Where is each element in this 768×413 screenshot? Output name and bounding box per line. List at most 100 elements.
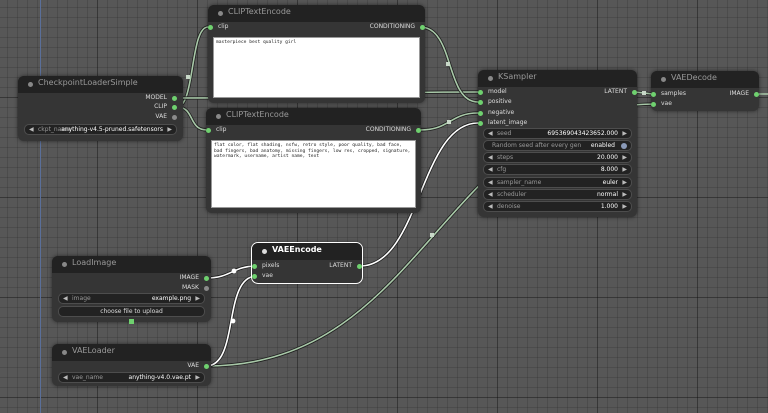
- sampler-name-combo[interactable]: ◀ sampler_name euler ▶: [483, 177, 632, 188]
- input-vae[interactable]: vae: [252, 272, 273, 280]
- input-pin[interactable]: [208, 24, 213, 30]
- node-checkpoint-loader[interactable]: CheckpointLoaderSimple MODEL CLIP VAE ◀ …: [18, 76, 183, 141]
- node-title-bar[interactable]: VAEDecode: [651, 71, 759, 88]
- input-pin[interactable]: [651, 101, 656, 107]
- output-pin[interactable]: [172, 95, 177, 101]
- arrow-right-icon[interactable]: ▶: [622, 202, 627, 211]
- arrow-right-icon[interactable]: ▶: [622, 178, 627, 187]
- upload-button[interactable]: choose file to upload: [58, 306, 205, 317]
- node-title-bar[interactable]: CLIPTextEncode: [208, 5, 425, 22]
- node-ksampler[interactable]: KSampler model positive negative latent_…: [478, 70, 637, 217]
- node-title-bar[interactable]: VAEEncode: [252, 243, 362, 260]
- seed-number[interactable]: ◀ seed 695369043423652.000 ▶: [483, 128, 632, 139]
- arrow-right-icon[interactable]: ▶: [195, 373, 200, 382]
- arrow-right-icon[interactable]: ▶: [167, 125, 172, 134]
- output-conditioning[interactable]: CONDITIONING: [370, 23, 425, 31]
- ckpt-name-combo[interactable]: ◀ ckpt_name anything-v4.5-pruned.safeten…: [24, 124, 177, 135]
- resize-handle[interactable]: [129, 319, 134, 324]
- output-image[interactable]: IMAGE: [180, 274, 209, 282]
- node-vae-encode[interactable]: VAEEncode pixels vae LATENT: [251, 242, 363, 284]
- input-vae[interactable]: vae: [651, 100, 672, 108]
- arrow-left-icon[interactable]: ◀: [488, 129, 493, 138]
- node-graph-canvas[interactable]: CheckpointLoaderSimple MODEL CLIP VAE ◀ …: [0, 0, 768, 413]
- output-pin[interactable]: [632, 89, 637, 95]
- arrow-right-icon[interactable]: ▶: [195, 294, 200, 303]
- output-image[interactable]: IMAGE: [730, 90, 759, 98]
- output-pin[interactable]: [204, 285, 209, 291]
- collapse-dot[interactable]: [62, 262, 67, 267]
- node-title-bar[interactable]: VAELoader: [52, 344, 211, 361]
- output-pin[interactable]: [172, 114, 177, 120]
- arrow-left-icon[interactable]: ◀: [488, 153, 493, 162]
- output-vae[interactable]: VAE: [187, 362, 209, 370]
- collapse-dot[interactable]: [216, 114, 221, 119]
- input-pixels[interactable]: pixels: [252, 262, 279, 270]
- node-clip-text-encode-positive[interactable]: CLIPTextEncode clip CONDITIONING masterp…: [208, 5, 425, 103]
- input-pin[interactable]: [478, 110, 483, 116]
- input-latent-image[interactable]: latent_image: [478, 119, 527, 127]
- output-pin[interactable]: [420, 24, 425, 30]
- output-mask[interactable]: MASK: [182, 284, 209, 292]
- arrow-right-icon[interactable]: ▶: [622, 153, 627, 162]
- node-title-bar[interactable]: KSampler: [478, 70, 637, 87]
- arrow-right-icon[interactable]: ▶: [622, 165, 627, 174]
- input-clip[interactable]: clip: [206, 126, 226, 134]
- cfg-number[interactable]: ◀ cfg 8.000 ▶: [483, 164, 632, 175]
- arrow-left-icon[interactable]: ◀: [63, 373, 68, 382]
- input-pin[interactable]: [651, 91, 656, 97]
- output-conditioning[interactable]: CONDITIONING: [366, 126, 421, 134]
- input-positive[interactable]: positive: [478, 98, 512, 106]
- input-pin[interactable]: [478, 99, 483, 105]
- arrow-right-icon[interactable]: ▶: [622, 129, 627, 138]
- prompt-textarea[interactable]: masterpiece best quality girl: [213, 37, 420, 98]
- output-pin[interactable]: [357, 263, 362, 269]
- node-clip-text-encode-negative[interactable]: CLIPTextEncode clip CONDITIONING flat co…: [206, 108, 421, 213]
- output-model[interactable]: MODEL: [145, 94, 177, 102]
- input-pin[interactable]: [478, 89, 483, 95]
- node-title-bar[interactable]: CLIPTextEncode: [206, 108, 421, 125]
- random-seed-toggle[interactable]: Random seed after every gen enabled: [483, 140, 632, 151]
- arrow-left-icon[interactable]: ◀: [63, 294, 68, 303]
- input-model[interactable]: model: [478, 88, 507, 96]
- negative-prompt-textarea[interactable]: flat color, flat shading, nsfw, retro st…: [211, 140, 416, 208]
- input-clip[interactable]: clip: [208, 23, 228, 31]
- input-pin[interactable]: [252, 273, 257, 279]
- output-pin[interactable]: [172, 104, 177, 110]
- output-latent[interactable]: LATENT: [604, 88, 637, 96]
- toggle-knob[interactable]: [621, 142, 627, 149]
- arrow-right-icon[interactable]: ▶: [622, 190, 627, 199]
- input-pin[interactable]: [206, 127, 211, 133]
- arrow-left-icon[interactable]: ◀: [488, 165, 493, 174]
- collapse-dot[interactable]: [218, 11, 223, 16]
- output-pin[interactable]: [204, 275, 209, 281]
- collapse-dot[interactable]: [488, 76, 493, 81]
- node-title-bar[interactable]: LoadImage: [52, 256, 211, 273]
- output-latent[interactable]: LATENT: [329, 262, 362, 270]
- node-vae-decode[interactable]: VAEDecode samples vae IMAGE: [651, 71, 759, 111]
- arrow-left-icon[interactable]: ◀: [488, 202, 493, 211]
- arrow-left-icon[interactable]: ◀: [29, 125, 34, 134]
- denoise-number[interactable]: ◀ denoise 1.000 ▶: [483, 201, 632, 212]
- steps-number[interactable]: ◀ steps 20.000 ▶: [483, 152, 632, 163]
- scheduler-combo[interactable]: ◀ scheduler normal ▶: [483, 189, 632, 200]
- input-pin[interactable]: [478, 120, 483, 126]
- collapse-dot[interactable]: [661, 77, 666, 82]
- collapse-dot[interactable]: [262, 249, 267, 254]
- output-pin[interactable]: [416, 127, 421, 133]
- collapse-dot[interactable]: [28, 82, 33, 87]
- output-clip[interactable]: CLIP: [154, 103, 177, 111]
- input-pin[interactable]: [252, 263, 257, 269]
- arrow-left-icon[interactable]: ◀: [488, 178, 493, 187]
- node-load-image[interactable]: LoadImage IMAGE MASK ◀ image example.png ▶ …: [52, 256, 211, 324]
- input-samples[interactable]: samples: [651, 90, 686, 98]
- output-pin[interactable]: [204, 363, 209, 369]
- input-negative[interactable]: negative: [478, 109, 514, 117]
- output-pin[interactable]: [754, 91, 759, 97]
- vae-name-combo[interactable]: ◀ vae_name anything-v4.0.vae.pt ▶: [58, 372, 205, 383]
- arrow-left-icon[interactable]: ◀: [488, 190, 493, 199]
- collapse-dot[interactable]: [62, 350, 67, 355]
- image-combo[interactable]: ◀ image example.png ▶: [58, 293, 205, 304]
- node-title-bar[interactable]: CheckpointLoaderSimple: [18, 76, 183, 93]
- output-vae[interactable]: VAE: [155, 113, 177, 121]
- node-vae-loader[interactable]: VAELoader VAE ◀ vae_name anything-v4.0.vae…: [52, 344, 211, 386]
